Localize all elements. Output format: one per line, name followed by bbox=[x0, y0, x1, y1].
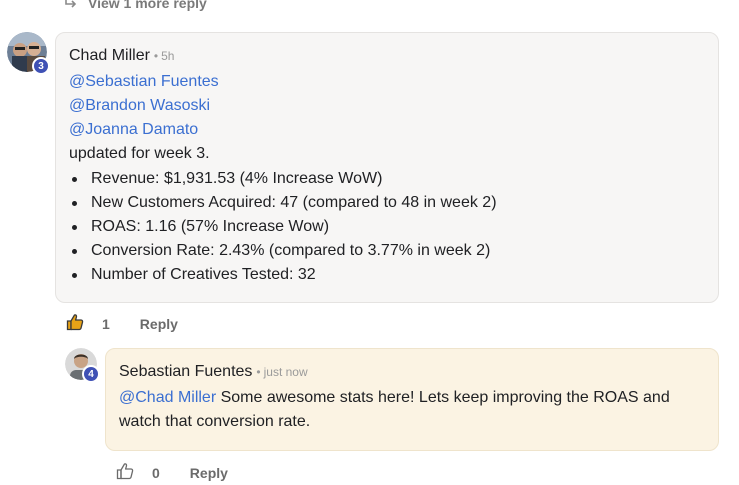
reply-text-line: watch that conversion rate. bbox=[119, 413, 311, 430]
reply-text: @Chad Miller Some awesome stats here! Le… bbox=[119, 386, 670, 434]
comment-intro-text: updated for week 3. bbox=[69, 145, 210, 162]
avatar-badge: 4 bbox=[82, 365, 100, 383]
reply-arrow-icon bbox=[64, 0, 78, 10]
reply-button[interactable]: Reply bbox=[190, 465, 228, 481]
mention-link[interactable]: @Brandon Wasoski bbox=[69, 97, 210, 115]
comment-bubble: Chad Miller • 5h @Sebastian Fuentes @Bra… bbox=[55, 32, 719, 303]
separator-dot: • bbox=[256, 365, 261, 379]
reply-timestamp: just now bbox=[263, 365, 308, 379]
view-more-label: View 1 more reply bbox=[88, 0, 207, 11]
mention-link[interactable]: @Joanna Damato bbox=[69, 121, 198, 139]
like-button-icon[interactable] bbox=[116, 462, 134, 483]
view-more-replies-link[interactable]: View 1 more reply bbox=[64, 0, 207, 12]
list-item: Number of Creatives Tested: 32 bbox=[69, 263, 497, 287]
comment-author[interactable]: Chad Miller bbox=[69, 47, 150, 65]
list-item: New Customers Acquired: 47 (compared to … bbox=[69, 191, 497, 215]
like-button-icon[interactable] bbox=[66, 313, 84, 334]
avatar-badge: 3 bbox=[32, 57, 50, 75]
list-item: ROAS: 1.16 (57% Increase Wow) bbox=[69, 215, 497, 239]
mention-link[interactable]: @Chad Miller bbox=[119, 389, 216, 406]
reply-author[interactable]: Sebastian Fuentes bbox=[119, 363, 252, 381]
list-item: Conversion Rate: 2.43% (compared to 3.77… bbox=[69, 239, 497, 263]
reply-actions: 0 Reply bbox=[116, 462, 228, 483]
reply-bubble: Sebastian Fuentes • just now @Chad Mille… bbox=[105, 348, 719, 451]
list-item: Revenue: $1,931.53 (4% Increase WoW) bbox=[69, 167, 497, 191]
separator-dot: • bbox=[153, 49, 159, 63]
reply-header: Sebastian Fuentes • just now bbox=[119, 363, 308, 381]
comment-header: Chad Miller • 5h bbox=[69, 47, 174, 65]
like-count: 0 bbox=[152, 464, 160, 481]
like-count: 1 bbox=[102, 315, 110, 332]
mention-link[interactable]: @Sebastian Fuentes bbox=[69, 73, 219, 91]
stats-list: Revenue: $1,931.53 (4% Increase WoW) New… bbox=[69, 167, 497, 287]
reply-button[interactable]: Reply bbox=[140, 316, 178, 332]
reply-text-line: Some awesome stats here! Lets keep impro… bbox=[216, 389, 670, 406]
comment-timestamp: 5h bbox=[161, 49, 175, 63]
comment-actions: 1 Reply bbox=[66, 313, 178, 334]
